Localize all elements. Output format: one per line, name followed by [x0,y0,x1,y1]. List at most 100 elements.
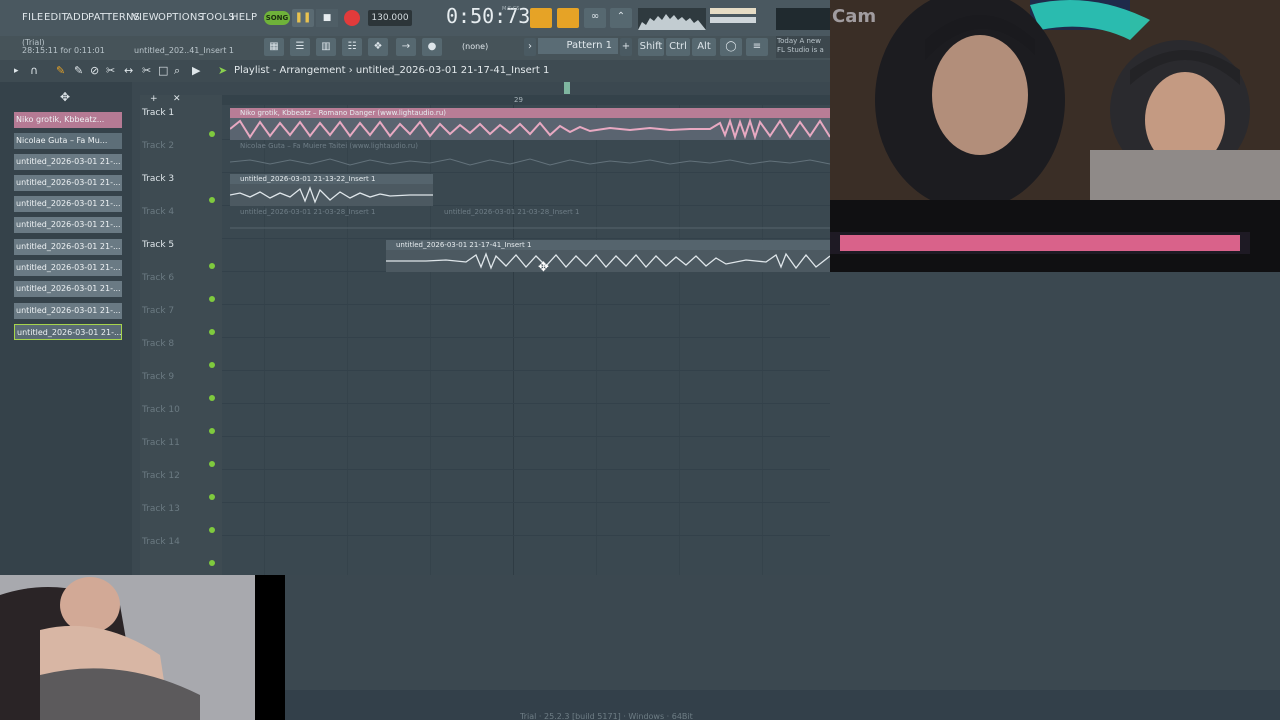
audio-clip-track2[interactable] [230,152,830,172]
shift-key-button[interactable]: Shift [638,38,664,56]
clip-header-muted[interactable]: Nicolae Guta – Fa Muiere Taitei (www.lig… [230,141,830,151]
mixer-icon[interactable]: ☷ [342,38,362,56]
clip-item-7[interactable]: untitled_2026-03-01 21-... [14,239,122,255]
play-pause-button[interactable]: ❚❚ [292,9,314,27]
clip-item-2[interactable]: Nicolae Guta – Fa Mu... [14,133,122,149]
track-enable-toggle-5[interactable] [209,263,215,269]
track-name-12[interactable]: Track 12 [142,471,180,481]
delete-icon[interactable]: ⊘ [90,64,99,77]
typing-keyboard-icon[interactable]: ⌃ [610,8,632,28]
track-name-8[interactable]: Track 8 [142,339,174,349]
record-button[interactable] [344,10,360,26]
track-enable-toggle-11[interactable] [209,461,215,467]
menu-file[interactable]: FILE [22,12,43,23]
playlist-icon[interactable]: ▦ [264,38,284,56]
chat-icon[interactable]: ◯ [720,38,742,56]
master-volume-slider[interactable] [710,8,756,14]
track-enable-toggle-7[interactable] [209,329,215,335]
microphone-icon[interactable]: ● [422,38,442,56]
slip-icon[interactable]: ↔ [124,64,133,77]
count-in-icon[interactable] [557,8,579,28]
track-name-14[interactable]: Track 14 [142,537,180,547]
clip-item-9[interactable]: untitled_2026-03-01 21-... [14,281,122,297]
channel-rack-icon[interactable]: ▥ [316,38,336,56]
track-name-9[interactable]: Track 9 [142,372,174,382]
clip-item-5[interactable]: untitled_2026-03-01 21-... [14,196,122,212]
playlist-menu-icon[interactable]: ▸ [14,66,19,76]
stop-button[interactable]: ■ [316,9,338,27]
cart-icon[interactable]: ≡ [746,38,768,56]
clip-item-8[interactable]: untitled_2026-03-01 21-... [14,260,122,276]
step-edit-icon[interactable]: ∞ [584,8,606,28]
pattern-selector[interactable]: Pattern 1 [538,38,618,54]
pattern-select-none[interactable]: (none) [462,40,522,53]
magnet-icon[interactable]: ∩ [30,64,38,77]
clip-item-6[interactable]: untitled_2026-03-01 21-... [14,217,122,233]
audio-clip-track1[interactable] [230,118,830,140]
menu-view[interactable]: VIEW [132,12,159,23]
clip-header[interactable]: untitled_2026-03-01 21-13-22_Insert 1 [230,174,433,184]
menu-add[interactable]: ADD [66,12,89,23]
pattern-prev-icon[interactable]: › [524,38,536,56]
ctrl-key-button[interactable]: Ctrl [666,38,690,56]
clip-item-3[interactable]: untitled_2026-03-01 21-... [14,154,122,170]
clip-header[interactable]: Niko grotik, Kbbeatz – Romano Danger (ww… [230,108,830,118]
arrow-right-icon[interactable]: → [396,38,416,56]
track-name-4[interactable]: Track 4 [142,207,174,217]
song-mode-toggle[interactable]: SONG [264,11,290,25]
clip-item-4[interactable]: untitled_2026-03-01 21-... [14,175,122,191]
track-enable-toggle-14[interactable] [209,560,215,566]
mute-icon[interactable]: ✂ [106,64,115,77]
track-enable-toggle-12[interactable] [209,494,215,500]
slice-icon[interactable]: ✂ [142,64,151,77]
track-headers [140,95,222,575]
select-icon[interactable]: □ [158,64,168,77]
move-icon[interactable]: ✥ [60,90,70,104]
tempo-display[interactable]: 130.000 [368,10,412,26]
master-pitch-slider[interactable] [710,17,756,23]
menu-tools[interactable]: TOOLS [200,12,235,23]
track-enable-toggle-6[interactable] [209,296,215,302]
close-icon[interactable]: ✕ [173,94,181,104]
track-enable-toggle-9[interactable] [209,395,215,401]
track-name-10[interactable]: Track 10 [142,405,180,415]
track-enable-toggle-3[interactable] [209,197,215,203]
track-enable-toggle-10[interactable] [209,428,215,434]
audio-clip-track5[interactable] [386,250,830,272]
clip-header-muted[interactable]: untitled_2026-03-01 21-03-28_Insert 1 [230,207,433,217]
playhead-marker[interactable] [564,82,570,94]
menu-options[interactable]: OPTIONS [158,12,204,23]
clip-header[interactable]: untitled_2026-03-01 21-17-41_Insert 1 [386,240,830,250]
clip-item-1[interactable]: Niko grotik, Kbbeatz... [14,112,122,128]
menu-edit[interactable]: EDIT [44,12,68,23]
metronome-icon[interactable] [530,8,552,28]
paint-icon[interactable]: ✎ [74,64,83,77]
zoom-icon[interactable]: ⌕ [174,64,180,78]
track-name-7[interactable]: Track 7 [142,306,174,316]
clip-header-muted[interactable]: untitled_2026-03-01 21-03-28_Insert 1 [434,207,634,217]
add-track-icon[interactable]: + [150,94,158,104]
plugin-picker-icon[interactable]: ❖ [368,38,388,56]
add-pattern-icon[interactable]: + [620,38,632,56]
piano-roll-icon[interactable]: ☰ [290,38,310,56]
track-name-3[interactable]: Track 3 [142,174,174,184]
track-name-6[interactable]: Track 6 [142,273,174,283]
track-name-5[interactable]: Track 5 [142,240,174,250]
alt-key-button[interactable]: Alt [692,38,716,56]
pencil-icon[interactable]: ✎ [56,64,65,77]
clip-item-10[interactable]: untitled_2026-03-01 21-... [14,303,122,319]
track-enable-toggle-13[interactable] [209,527,215,533]
track-name-2[interactable]: Track 2 [142,141,174,151]
track-name-11[interactable]: Track 11 [142,438,180,448]
track-enable-toggle-1[interactable] [209,131,215,137]
timeline-ruler[interactable] [222,95,830,105]
playback-icon[interactable]: ▶ [192,64,200,77]
track-name-1[interactable]: Track 1 [142,108,174,118]
clip-item-11[interactable]: untitled_2026-03-01 21-... [14,324,122,340]
menu-help[interactable]: HELP [231,12,257,23]
track-enable-toggle-8[interactable] [209,362,215,368]
clip-item-label: Niko grotik, Kbbeatz... [16,115,105,124]
audio-clip-track4[interactable] [230,220,830,234]
audio-clip-track3[interactable] [230,184,433,206]
track-name-13[interactable]: Track 13 [142,504,180,514]
